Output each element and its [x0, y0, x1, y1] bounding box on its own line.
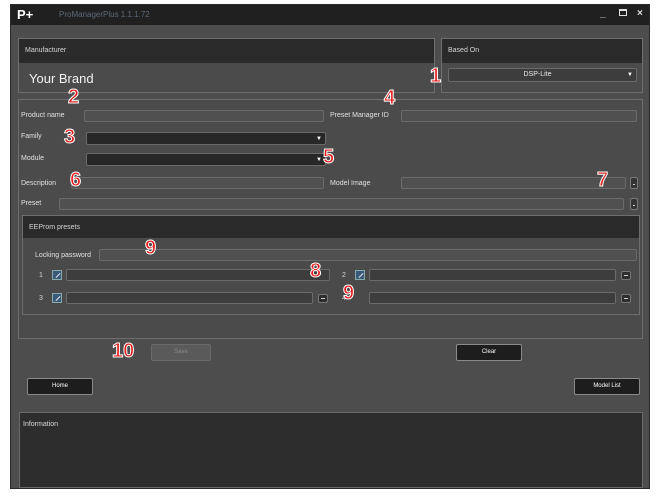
preset-slot-2-remove-button[interactable] [621, 271, 631, 280]
preset-slot-3-remove-button[interactable] [318, 294, 328, 303]
product-name-input[interactable] [84, 110, 324, 122]
app-title: ProManagerPlus 1.1.1.72 [59, 10, 150, 19]
preset-slot-4-input[interactable] [369, 292, 616, 304]
description-input[interactable] [71, 177, 324, 189]
model-list-button[interactable]: Model List [574, 378, 640, 395]
callout-marker: 2 [67, 86, 80, 108]
maximize-button[interactable] [619, 9, 627, 16]
family-label: Family [21, 133, 42, 140]
preset-slot-1-input[interactable] [66, 269, 330, 281]
callout-marker: 3 [63, 126, 76, 148]
preset-slot-number: 3 [39, 295, 43, 302]
preset-manager-id-label: Preset Manager ID [330, 112, 389, 119]
chevron-down-icon: ▼ [316, 136, 322, 142]
preset-browse-button[interactable] [630, 198, 638, 210]
preset-input[interactable] [59, 198, 624, 210]
model-image-label: Model Image [330, 180, 371, 187]
preset-slot-3-input[interactable] [66, 292, 313, 304]
based-on-value: DSP-Lite [523, 71, 552, 78]
model-image-input[interactable] [401, 177, 626, 189]
app-logo: P+ [17, 7, 34, 22]
clear-button[interactable]: Clear [456, 344, 522, 361]
preset-slot-number: 1 [39, 272, 43, 279]
based-on-header: Based On [442, 39, 642, 63]
callout-marker: 9 [144, 237, 157, 259]
module-dropdown[interactable]: ▼ [86, 153, 326, 166]
chevron-down-icon: ▼ [627, 72, 633, 78]
edit-icon[interactable] [355, 270, 365, 280]
preset-slot-4-remove-button[interactable] [621, 294, 631, 303]
preset-label: Preset [21, 200, 42, 207]
save-button[interactable]: Save [151, 344, 211, 361]
minimize-button[interactable]: _ [600, 8, 606, 19]
product-name-label: Product name [21, 112, 65, 119]
callout-marker: 8 [309, 260, 322, 282]
edit-icon[interactable] [52, 270, 62, 280]
brand-name: Your Brand [29, 71, 94, 86]
edit-icon[interactable] [52, 293, 62, 303]
preset-slot-number: 2 [342, 272, 346, 279]
model-image-browse-button[interactable] [630, 177, 638, 189]
app-window: P+ ProManagerPlus 1.1.1.72 _ × Manufactu… [10, 4, 650, 489]
preset-manager-id-input[interactable] [401, 110, 637, 122]
home-button[interactable]: Home [27, 378, 93, 395]
callout-marker: 6 [69, 169, 82, 191]
eeprom-header: EEProm presets [23, 216, 639, 238]
information-panel: Information [19, 412, 643, 488]
callout-marker: 10 [111, 340, 135, 362]
manufacturer-header: Manufacturer [19, 39, 434, 63]
close-button[interactable]: × [637, 8, 643, 19]
family-dropdown[interactable]: ▼ [86, 132, 326, 145]
callout-marker: 4 [383, 87, 396, 109]
callout-marker: 1 [429, 65, 442, 87]
description-label: Description [21, 180, 57, 187]
callout-marker: 9 [342, 282, 355, 304]
locking-password-input[interactable] [99, 249, 637, 261]
module-label: Module [21, 155, 44, 162]
locking-password-label: Locking password [35, 252, 92, 259]
preset-slot-2-input[interactable] [369, 269, 616, 281]
callout-marker: 7 [596, 169, 609, 191]
based-on-dropdown[interactable]: DSP-Lite ▼ [448, 68, 637, 82]
callout-marker: 5 [322, 146, 335, 168]
chevron-down-icon: ▼ [316, 157, 322, 163]
title-bar: P+ ProManagerPlus 1.1.1.72 _ × [11, 5, 649, 25]
information-label: Information [23, 421, 59, 428]
